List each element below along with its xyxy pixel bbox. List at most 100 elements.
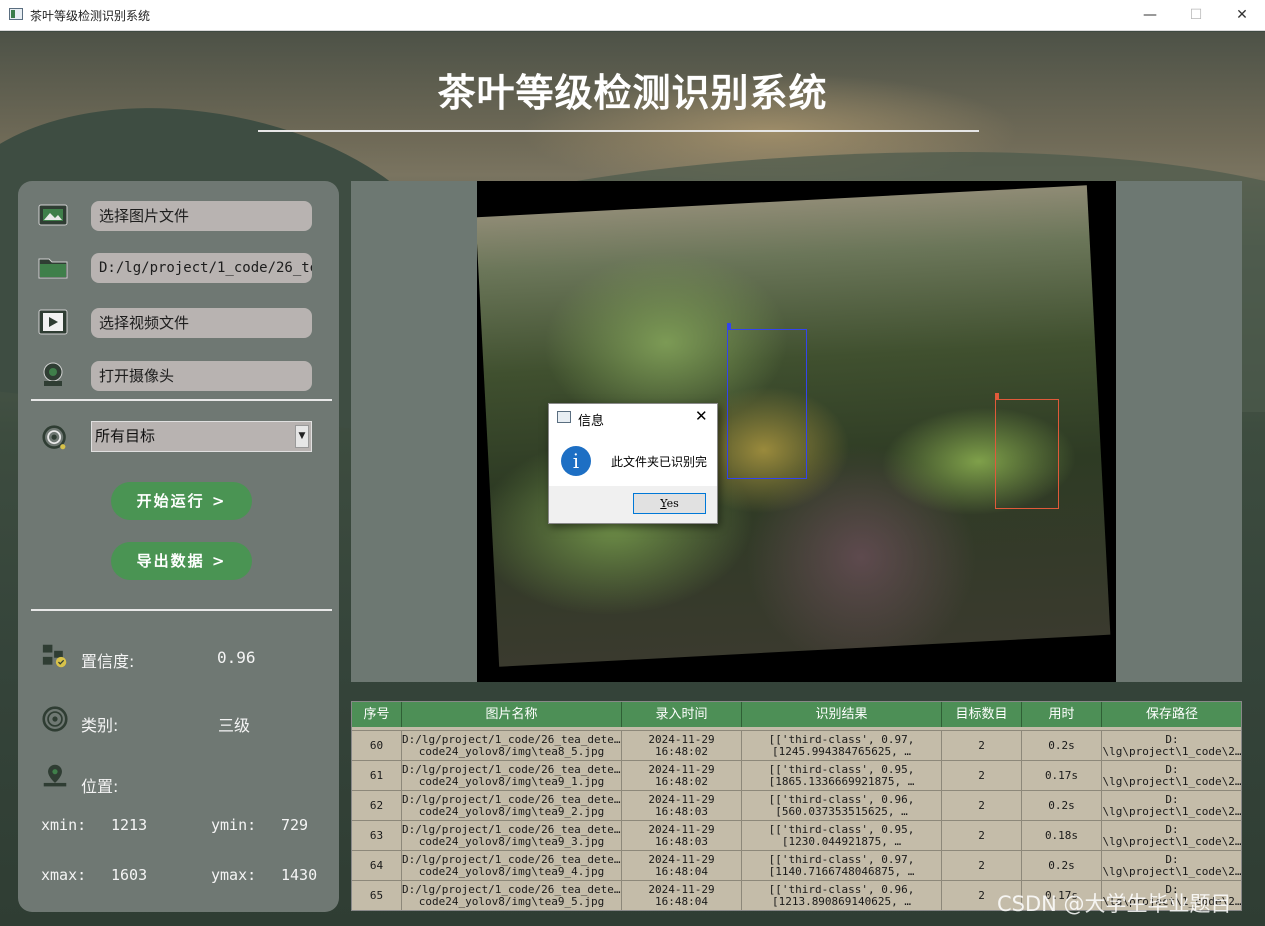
cell-save-path[interactable]: D: \lg\project\1_code\2… [1102, 731, 1241, 761]
close-button[interactable]: ✕ [1219, 0, 1265, 31]
select-image-button[interactable]: 选择图片文件 [91, 201, 312, 231]
dialog-body: i 此文件夹已识别完 [549, 432, 717, 486]
yes-button[interactable]: Yes [633, 493, 706, 514]
cell-result-line: [1213.890869140625, … [771, 896, 912, 908]
cell-time[interactable]: 2024-11-29 16:48:02 [622, 731, 742, 761]
cell-result[interactable]: [['third-class', 0.97, [1245.994384765625… [742, 731, 942, 761]
start-button[interactable]: 开始运行 > [111, 482, 252, 520]
class-label: 类别: [81, 716, 119, 735]
cell-time-line: 16:48:03 [655, 806, 708, 818]
window-title: 茶叶等级检测识别系统 [30, 9, 151, 23]
xmin-label: xmin: [41, 816, 87, 834]
app-title: 茶叶等级检测识别系统 [437, 71, 828, 115]
cell-duration[interactable]: 0.2s [1022, 731, 1102, 761]
panel-divider-bottom [31, 609, 332, 611]
cell-result-line: [['third-class', 0.95, [768, 824, 915, 836]
cell-count[interactable]: 2 [942, 821, 1022, 851]
export-button[interactable]: 导出数据 > [111, 542, 252, 580]
select-video-button[interactable]: 选择视频文件 [91, 308, 312, 338]
yes-button-label: es [666, 497, 679, 510]
cell-count[interactable]: 2 [942, 761, 1022, 791]
col-header-count[interactable]: 目标数目 [942, 702, 1022, 727]
target-select-dropdown[interactable]: 所有目标 ▼ [91, 421, 312, 452]
cell-result[interactable]: [['third-class', 0.96, [560.037353515625,… [742, 791, 942, 821]
cell-index[interactable]: 65 [352, 881, 402, 910]
cell-image-name[interactable]: D:/lg/project/1_code/26_tea_detect/code2… [402, 881, 622, 910]
cell-image-name-line: code24_yolov8/img\tea9_2.jpg [418, 806, 605, 818]
cell-index[interactable]: 64 [352, 851, 402, 881]
cell-image-name-line: D:/lg/project/1_code/26_tea_detect/ [402, 854, 621, 866]
minimize-button[interactable]: — [1127, 0, 1173, 31]
cell-duration[interactable]: 0.2s [1022, 851, 1102, 881]
cell-image-name[interactable]: D:/lg/project/1_code/26_tea_detect/code2… [402, 761, 622, 791]
table-row[interactable]: 64 D:/lg/project/1_code/26_tea_detect/cod… [352, 850, 1241, 881]
class-value: 三级 [218, 716, 251, 735]
folder-path-field[interactable]: D:/lg/project/1_code/26_tea_detect/code2… [91, 253, 312, 283]
cell-image-name[interactable]: D:/lg/project/1_code/26_tea_detect/code2… [402, 791, 622, 821]
info-dialog: 信息 ✕ i 此文件夹已识别完 Yes [548, 403, 718, 524]
panel-divider-top [31, 399, 332, 401]
xmax-label: xmax: [41, 866, 87, 884]
cell-result[interactable]: [['third-class', 0.96, [1213.890869140625… [742, 881, 942, 910]
cell-save-path-line: \lg\project\1_code\2… [1102, 806, 1242, 818]
cell-count[interactable]: 2 [942, 791, 1022, 821]
cell-result-line: [560.037353515625, … [775, 806, 908, 818]
open-camera-button[interactable]: 打开摄像头 [91, 361, 312, 391]
cell-index[interactable]: 60 [352, 731, 402, 761]
dialog-header: 信息 ✕ [549, 404, 717, 432]
cell-result-line: [['third-class', 0.97, [768, 734, 915, 746]
cell-save-path[interactable]: D: \lg\project\1_code\2… [1102, 761, 1241, 791]
chevron-down-icon[interactable]: ▼ [295, 425, 309, 448]
image-display [351, 181, 1242, 682]
cell-count[interactable]: 2 [942, 851, 1022, 881]
cell-result[interactable]: [['third-class', 0.95, [1230.044921875, … [742, 821, 942, 851]
cell-time[interactable]: 2024-11-29 16:48:03 [622, 821, 742, 851]
cell-duration[interactable]: 0.17s [1022, 761, 1102, 791]
cell-result[interactable]: [['third-class', 0.95, [1865.133666992187… [742, 761, 942, 791]
results-table[interactable]: 序号 图片名称 录入时间 识别结果 目标数目 用时 保存路径 60 D:/lg/p… [351, 701, 1242, 911]
cell-result-line: [['third-class', 0.97, [768, 854, 915, 866]
cell-image-name-line: D:/lg/project/1_code/26_tea_detect/ [402, 734, 621, 746]
table-row[interactable]: 63 D:/lg/project/1_code/26_tea_detect/cod… [352, 820, 1241, 851]
cell-index[interactable]: 61 [352, 761, 402, 791]
col-header-save-path[interactable]: 保存路径 [1102, 702, 1241, 727]
cell-index[interactable]: 63 [352, 821, 402, 851]
table-row[interactable]: 62 D:/lg/project/1_code/26_tea_detect/cod… [352, 790, 1242, 821]
table-row[interactable]: 60 D:/lg/project/1_code/26_tea_detect/cod… [352, 730, 1241, 761]
cell-time[interactable]: 2024-11-29 16:48:04 [622, 881, 742, 910]
confidence-icon [42, 644, 67, 668]
cell-time-line: 2024-11-29 [648, 764, 715, 776]
maximize-button[interactable]: ☐ [1173, 0, 1219, 31]
cell-save-path[interactable]: D: \lg\project\1_code\2… [1102, 791, 1242, 821]
cell-time[interactable]: 2024-11-29 16:48:03 [622, 791, 742, 821]
cell-result-line: [1230.044921875, … [781, 836, 902, 848]
table-row[interactable]: 61 D:/lg/project/1_code/26_tea_detect/cod… [352, 760, 1241, 791]
cell-time-line: 2024-11-29 [648, 824, 715, 836]
cell-save-path[interactable]: D: \lg\project\1_code\2… [1102, 821, 1241, 851]
cell-save-path-line: D: [1165, 764, 1179, 776]
cell-count[interactable]: 2 [942, 731, 1022, 761]
cell-image-name[interactable]: D:/lg/project/1_code/26_tea_detect/code2… [402, 821, 622, 851]
dialog-close-icon[interactable]: ✕ [695, 407, 708, 425]
detection-box [995, 393, 1059, 509]
cell-image-name[interactable]: D:/lg/project/1_code/26_tea_detect/code2… [402, 851, 622, 881]
ymax-label: ymax: [211, 866, 257, 884]
cell-save-path[interactable]: D: \lg\project\1_code\2… [1102, 851, 1241, 881]
category-icon [42, 706, 68, 732]
window-titlebar: 茶叶等级检测识别系统 — ☐ ✕ [0, 0, 1265, 31]
col-header-time[interactable]: 录入时间 [622, 702, 742, 727]
cell-duration[interactable]: 0.18s [1022, 821, 1102, 851]
col-header-image-name[interactable]: 图片名称 [402, 702, 622, 727]
col-header-result[interactable]: 识别结果 [742, 702, 942, 727]
cell-image-name-line: D:/lg/project/1_code/26_tea_detect/ [402, 764, 621, 776]
col-header-index[interactable]: 序号 [352, 702, 402, 727]
col-header-duration[interactable]: 用时 [1022, 702, 1102, 727]
cell-image-name[interactable]: D:/lg/project/1_code/26_tea_detect/code2… [402, 731, 622, 761]
confidence-value: 0.96 [217, 648, 256, 667]
cell-time[interactable]: 2024-11-29 16:48:04 [622, 851, 742, 881]
cell-index[interactable]: 62 [352, 791, 402, 821]
cell-result[interactable]: [['third-class', 0.97, [1140.716674804687… [742, 851, 942, 881]
cell-duration[interactable]: 0.2s [1022, 791, 1102, 821]
cell-time[interactable]: 2024-11-29 16:48:02 [622, 761, 742, 791]
dialog-title: 信息 [578, 414, 605, 429]
